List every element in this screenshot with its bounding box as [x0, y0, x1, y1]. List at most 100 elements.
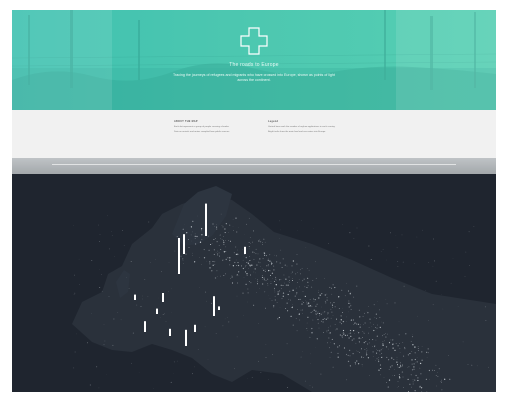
migration-dot — [317, 312, 319, 314]
migration-dot — [292, 324, 294, 326]
migration-dot — [246, 273, 248, 275]
scatter-dot — [373, 304, 375, 306]
scatter-dot — [398, 386, 399, 387]
migration-dot — [214, 261, 216, 263]
migration-dot — [354, 363, 356, 365]
migration-dot — [357, 351, 359, 353]
migration-dot — [216, 241, 218, 243]
scatter-dot — [413, 263, 415, 264]
migration-dot — [264, 254, 266, 256]
scatter-dot — [346, 282, 347, 284]
migration-dot — [350, 319, 352, 321]
migration-dot — [288, 280, 290, 281]
migration-dot — [224, 232, 226, 234]
scatter-dot — [176, 360, 178, 362]
migration-dot — [214, 264, 216, 265]
migration-dot — [246, 275, 248, 276]
bar-austria[interactable] — [213, 296, 215, 316]
bar-italy[interactable] — [185, 329, 187, 346]
info-section: ABOUT THE MAP Each dot represents a grou… — [12, 110, 496, 158]
scatter-dot — [103, 344, 105, 346]
europe-map[interactable] — [12, 174, 496, 392]
scatter-dot — [403, 285, 405, 287]
scatter-dot — [308, 269, 310, 271]
migration-dot — [361, 364, 363, 365]
scatter-dot — [258, 360, 259, 362]
bar-finland[interactable] — [244, 246, 246, 254]
scatter-dot — [422, 229, 423, 231]
migration-dot — [238, 271, 240, 273]
migration-dot — [366, 352, 367, 354]
migration-dot — [397, 366, 398, 368]
migration-dot — [247, 261, 249, 263]
migration-dot — [210, 244, 211, 245]
migration-dot — [223, 235, 224, 237]
migration-dot — [303, 278, 305, 280]
migration-dot — [263, 279, 265, 281]
scatter-dot — [99, 287, 101, 288]
landmass-europe — [72, 196, 496, 392]
scatter-dot — [305, 300, 306, 301]
migration-dot — [291, 272, 293, 273]
bar-norway[interactable] — [183, 234, 185, 254]
migration-dot — [327, 314, 328, 315]
migration-dot — [316, 338, 318, 340]
migration-dot — [380, 349, 382, 351]
migration-dot — [263, 277, 265, 279]
migration-dot — [211, 243, 213, 244]
info-column-left: ABOUT THE MAP Each dot represents a grou… — [174, 120, 244, 136]
migration-dot — [257, 280, 259, 282]
migration-dot — [301, 300, 303, 302]
migration-dot — [331, 304, 334, 307]
scatter-dot — [484, 306, 486, 308]
migration-dot — [327, 342, 329, 344]
bar-belgium[interactable] — [156, 308, 158, 314]
migration-dot — [219, 255, 220, 257]
scatter-dot — [349, 232, 351, 234]
migration-dot — [391, 357, 393, 359]
migration-dot — [300, 269, 301, 271]
bar-germany[interactable] — [178, 238, 180, 274]
migration-dot — [373, 324, 374, 325]
bar-poland[interactable] — [218, 306, 220, 310]
scatter-dot — [78, 258, 80, 260]
migration-dot — [332, 307, 334, 308]
migration-dot — [225, 258, 227, 261]
scatter-dot — [248, 217, 250, 219]
migration-dot — [296, 271, 298, 273]
migration-dot — [229, 259, 231, 262]
migration-dot — [413, 363, 415, 365]
migration-dot — [298, 313, 300, 315]
migration-dot — [258, 240, 260, 242]
migration-dot — [379, 354, 381, 355]
migration-dot — [225, 273, 226, 275]
migration-dot — [275, 284, 277, 286]
scatter-dot — [191, 373, 193, 375]
migration-dot — [268, 269, 270, 272]
bar-hungary[interactable] — [194, 324, 196, 332]
migration-dot — [261, 276, 263, 278]
migration-dot — [419, 362, 422, 365]
scatter-dot — [487, 366, 489, 368]
scatter-dot — [350, 291, 352, 293]
bar-uk[interactable] — [134, 294, 136, 300]
bar-sweden[interactable] — [205, 203, 207, 236]
bar-netherlands[interactable] — [162, 293, 164, 302]
migration-dot — [255, 248, 257, 250]
timeline-track[interactable] — [52, 164, 456, 165]
info-right-heading: Legend — [268, 120, 279, 123]
migration-dot — [350, 335, 352, 337]
migration-dot — [214, 226, 216, 227]
migration-dot — [322, 321, 324, 323]
migration-dot — [354, 361, 356, 363]
timeline-strip[interactable] — [12, 158, 496, 174]
migration-dot — [318, 297, 320, 299]
bar-switzerland[interactable] — [169, 328, 171, 336]
migration-dot — [316, 303, 318, 305]
bar-france[interactable] — [144, 321, 146, 332]
scatter-dot — [473, 225, 475, 227]
migration-dot — [256, 292, 257, 293]
scatter-dot — [136, 304, 138, 306]
migration-dot — [372, 339, 374, 341]
migration-dot — [355, 342, 357, 344]
